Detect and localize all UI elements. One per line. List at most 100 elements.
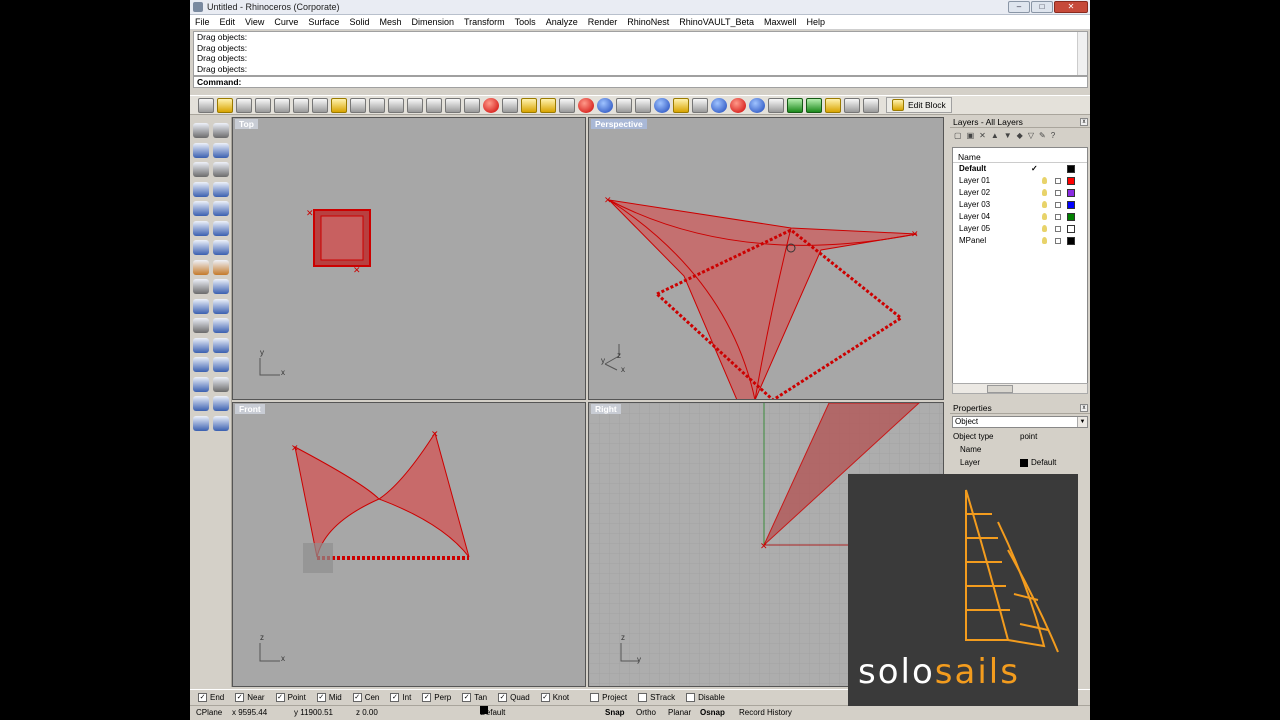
layer-row[interactable]: Layer 02 [953, 187, 1087, 199]
move-up-icon[interactable]: ▲ [991, 131, 999, 140]
command-history[interactable]: Drag objects: Drag objects: Drag objects… [193, 31, 1088, 76]
lock-icon[interactable] [1055, 214, 1061, 220]
shade-icon[interactable] [578, 97, 594, 113]
osnap-point[interactable]: ✓ Point [275, 692, 306, 702]
osnap-knot[interactable]: ✓ Knot [540, 692, 569, 702]
group-icon[interactable] [213, 376, 229, 392]
maxwell-emitter-icon[interactable] [787, 97, 803, 113]
edit-block-button[interactable]: Edit Block [886, 97, 952, 113]
maxwell-sun-icon[interactable] [825, 97, 841, 113]
select-icon[interactable] [193, 123, 209, 138]
grid-icon[interactable] [213, 415, 229, 431]
trim-icon[interactable] [213, 357, 229, 372]
scroll-thumb[interactable] [987, 385, 1013, 393]
prop-name[interactable]: Name [950, 443, 1090, 456]
osnap-end[interactable]: ✓ End [198, 692, 224, 702]
viewport-label-front[interactable]: Front [235, 404, 265, 414]
zoom-selected-icon[interactable] [445, 97, 461, 113]
split-icon[interactable] [193, 376, 209, 392]
menu-rhinovault[interactable]: RhinoVAULT_Beta [679, 17, 754, 27]
named-views-icon[interactable] [483, 97, 499, 113]
menu-solid[interactable]: Solid [349, 17, 369, 27]
close-button[interactable]: ✕ [1054, 1, 1088, 13]
ellipse-icon[interactable] [213, 162, 229, 177]
status-planar[interactable]: Planar [668, 706, 691, 720]
menu-transform[interactable]: Transform [464, 17, 505, 27]
osnap-checkbox[interactable] [590, 692, 600, 702]
osnap-checkbox[interactable]: ✓ [462, 692, 472, 702]
fillet-icon[interactable] [193, 201, 209, 216]
rectangle-icon[interactable] [213, 142, 229, 158]
curve-icon[interactable] [213, 181, 229, 197]
layer-list-scrollbar[interactable] [952, 383, 1088, 394]
circle-icon[interactable] [193, 162, 209, 177]
osnap-checkbox[interactable]: ✓ [275, 692, 285, 702]
osnap-perp[interactable]: ✓ Perp [422, 692, 451, 702]
status-record-history[interactable]: Record History [739, 706, 792, 720]
layer-color-swatch[interactable] [1067, 225, 1075, 233]
import-icon[interactable] [274, 97, 290, 113]
osnap-checkbox[interactable]: ✓ [390, 692, 400, 702]
osnap-strack[interactable]: STrack [638, 692, 675, 702]
viewport-layout-icon[interactable] [464, 97, 480, 113]
layer-row[interactable]: Layer 05 [953, 223, 1087, 235]
torus-icon[interactable] [213, 259, 229, 275]
viewport-front[interactable]: ✕ ✕ Front z x [232, 402, 586, 687]
filter-icon[interactable]: ▽ [1028, 131, 1034, 140]
move-down-icon[interactable]: ▼ [1004, 131, 1012, 140]
bulb-icon[interactable] [1042, 213, 1047, 220]
menu-analyze[interactable]: Analyze [546, 17, 578, 27]
menu-tools[interactable]: Tools [515, 17, 536, 27]
new-sublayer-icon[interactable]: ▣ [967, 131, 975, 140]
offset-icon[interactable] [213, 201, 229, 216]
explode-icon[interactable] [193, 357, 209, 372]
copy-icon[interactable] [312, 97, 328, 113]
osnap-quad[interactable]: ✓ Quad [498, 692, 530, 702]
lock-icon[interactable] [1055, 190, 1061, 196]
osnap-project[interactable]: Project [590, 692, 627, 702]
layer-row[interactable]: Layer 01 [953, 175, 1087, 187]
join-icon[interactable] [213, 337, 229, 353]
osnap-checkbox[interactable]: ✓ [352, 692, 362, 702]
move-parent-icon[interactable]: ◆ [1017, 131, 1023, 140]
layer-color-swatch[interactable] [1067, 189, 1075, 197]
cut-icon[interactable] [293, 97, 309, 113]
layout-icon[interactable] [193, 415, 209, 431]
maxwell-material-icon[interactable] [768, 97, 784, 113]
history-scrollbar[interactable] [1077, 32, 1087, 75]
render-icon[interactable] [654, 97, 670, 113]
menu-rhinonest[interactable]: RhinoNest [627, 17, 669, 27]
maxwell-fire-icon[interactable] [749, 97, 765, 113]
scale-icon[interactable] [193, 318, 209, 333]
prop-layer[interactable]: Layer Default [950, 456, 1090, 469]
text-icon[interactable] [213, 396, 229, 411]
transform-icon[interactable] [213, 279, 229, 294]
layer-row[interactable]: Layer 03 [953, 199, 1087, 211]
maxwell-settings-icon[interactable] [844, 97, 860, 113]
zoom-icon[interactable] [388, 97, 404, 113]
lock-icon[interactable] [1055, 202, 1061, 208]
options-icon[interactable] [692, 97, 708, 113]
boolean-icon[interactable] [193, 279, 209, 294]
layer-row[interactable]: Layer 04 [953, 211, 1087, 223]
layer-color-swatch[interactable] [1067, 165, 1075, 173]
menu-maxwell[interactable]: Maxwell [764, 17, 797, 27]
mirror-icon[interactable] [213, 318, 229, 333]
close-icon[interactable]: x [1080, 404, 1088, 412]
layer-row[interactable]: Default ✓ [953, 163, 1087, 175]
block-icon[interactable] [863, 97, 879, 113]
status-osnap[interactable]: Osnap [700, 706, 725, 720]
lock-icon[interactable] [1055, 178, 1061, 184]
tools-icon[interactable]: ✎ [1039, 131, 1046, 140]
paste-icon[interactable] [331, 97, 347, 113]
menu-file[interactable]: File [195, 17, 210, 27]
bulb-icon[interactable] [1042, 225, 1047, 232]
menu-surface[interactable]: Surface [308, 17, 339, 27]
pan-icon[interactable] [369, 97, 385, 113]
open-icon[interactable] [217, 97, 233, 113]
help-icon[interactable] [711, 97, 727, 113]
sphere-icon[interactable] [213, 240, 229, 255]
bulb-icon[interactable] [1042, 189, 1047, 196]
rotate-icon[interactable] [213, 298, 229, 314]
menu-edit[interactable]: Edit [220, 17, 236, 27]
